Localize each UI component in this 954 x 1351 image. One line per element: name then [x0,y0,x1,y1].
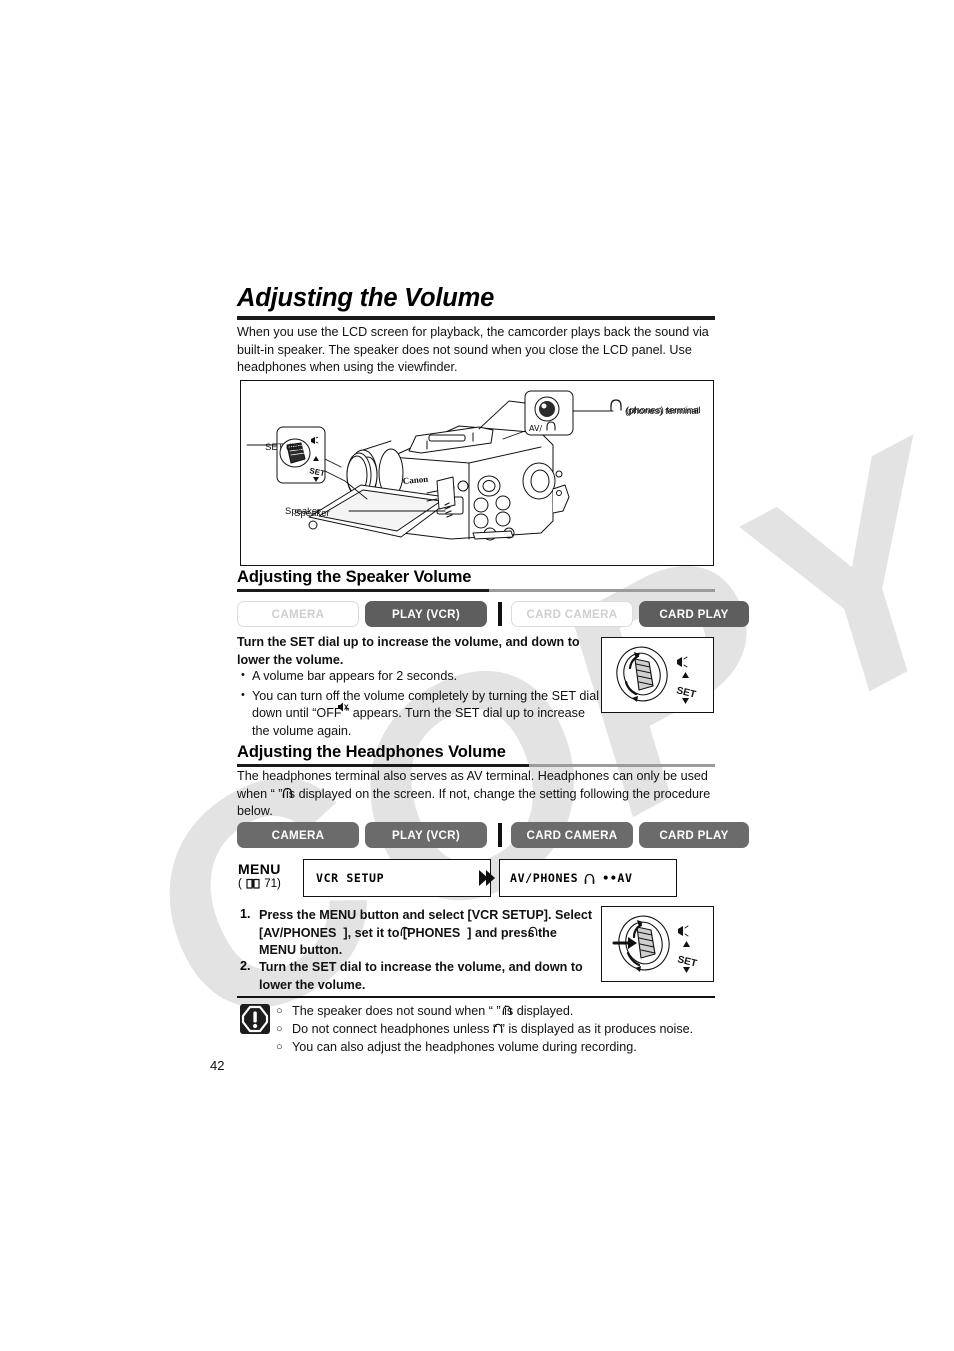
camcorder-figure: Canon AV/ (phones) terminal SET Speaker … [240,380,714,566]
set-dial-turn-illustration: SET [601,637,714,713]
menu-box-av-phones-suffix: ••AV [602,871,633,885]
headphones-icon-note1 [502,1005,512,1016]
mode2-chip-play-vcr[interactable]: PLAY (VCR) [365,822,487,848]
page-title: Adjusting the Volume [237,284,495,312]
speaker-section-divider [237,589,715,592]
step-1-number: 1. [240,907,251,921]
menu-label: MENU [238,861,281,877]
mode2-chip-card-camera[interactable]: CARD CAMERA [511,822,633,848]
svg-text:AV/: AV/ [529,424,542,433]
mute-speaker-icon [338,702,349,712]
menu-box-vcr-setup[interactable]: VCR SETUP [303,859,491,897]
notes-divider [237,996,715,998]
note-item-3: You can also adjust the headphones volum… [276,1038,716,1056]
headphones-icon-step1b [528,926,538,937]
step-2-number: 2. [240,959,251,973]
step-2-text: Turn the SET dial to increase the volume… [259,960,583,992]
speaker-instruction: Turn the SET dial up to increase the vol… [237,635,580,667]
menu-box-av-phones[interactable]: AV/PHONES ••AV [499,859,677,897]
mode-chip-camera[interactable]: CAMERA [237,601,359,627]
headphones-icon-menu [584,873,595,884]
chevron-right-icon [479,870,495,886]
mode-chip-play-vcr[interactable]: PLAY (VCR) [365,601,487,627]
mode2-chip-divider [498,823,502,847]
headphones-icon [282,787,293,798]
menu-box-vcr-setup-label: VCR SETUP [316,871,385,885]
headphones-intro: The headphones terminal also serves as A… [237,769,711,819]
title-divider [237,316,715,320]
intro-paragraph: When you use the LCD screen for playback… [237,325,709,375]
callout-set-dial: SET dial [265,442,302,453]
manual-page: COPY Adjusting the Volume When you use t… [0,0,954,1351]
headphones-icon-note2 [493,1023,503,1034]
headphones-section-heading: Adjusting the Headphones Volume [237,743,506,761]
warning-icon [240,1004,270,1034]
mode2-chip-camera[interactable]: CAMERA [237,822,359,848]
menu-page-number: 71 [264,878,278,890]
page-number: 42 [210,1058,225,1073]
mode2-chip-card-play[interactable]: CARD PLAY [639,822,749,848]
set-dial-press-illustration: SET [601,906,714,982]
headphones-mode-chips: CAMERA PLAY (VCR) CARD CAMERA CARD PLAY [237,822,749,848]
book-icon [246,878,260,889]
headphones-icon-step1a [400,926,410,937]
step-1-text: Press the MENU button and select [VCR SE… [259,908,593,958]
speaker-mode-chips: CAMERA PLAY (VCR) CARD CAMERA CARD PLAY [237,601,749,627]
headphones-section-divider [237,764,715,767]
speaker-bullet-1: A volume bar appears for 2 seconds. [240,667,600,686]
mode-chip-card-camera[interactable]: CARD CAMERA [511,601,633,627]
menu-page-ref: ( 71) [238,878,281,890]
callout-speaker: Speaker [294,508,330,519]
mode-chip-divider [498,602,502,626]
speaker-section-heading: Adjusting the Speaker Volume [237,568,472,586]
callout-phones-terminal: (phones) terminal [626,405,701,416]
speaker-bullet-2: You can turn off the volume completely b… [240,687,600,741]
note-item-1: The speaker does not sound when “ ” is d… [276,1002,716,1020]
mode-chip-card-play[interactable]: CARD PLAY [639,601,749,627]
menu-box-av-phones-prefix: AV/PHONES [510,871,579,885]
